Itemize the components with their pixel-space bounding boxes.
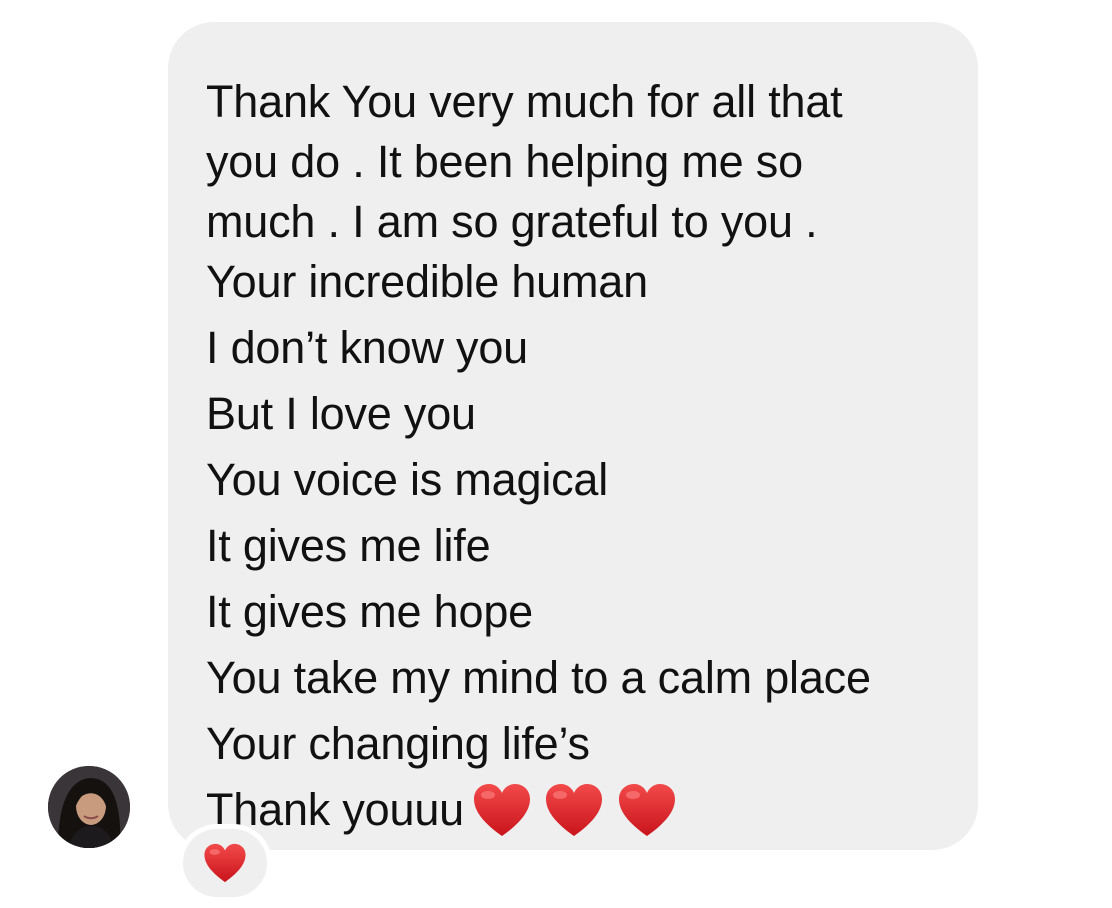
message-line: It gives me life (206, 520, 491, 571)
heart-emoji-group (472, 781, 677, 838)
heart-icon (473, 783, 530, 836)
message-line: Your changing life’s (206, 718, 590, 769)
sender-avatar[interactable] (48, 766, 130, 848)
message-line: Your incredible human (206, 256, 648, 307)
heart-icon (618, 783, 675, 836)
message-line: much . I am so grateful to you . (206, 196, 818, 247)
avatar-photo (48, 766, 130, 848)
reaction-badge[interactable] (178, 824, 272, 902)
message-line: But I love you (206, 388, 476, 439)
message-line: You voice is magical (206, 454, 609, 505)
message-line-last: Thank youuu (206, 781, 677, 842)
message-line: It gives me hope (206, 586, 533, 637)
message-bubble[interactable]: Thank You very much for all that you do … (168, 22, 978, 850)
heart-reaction-icon (204, 843, 246, 883)
message-line: you do . It been helping me so (206, 136, 803, 187)
heart-icon (546, 783, 603, 836)
message-line: You take my mind to a calm place (206, 652, 871, 703)
message-line: Thank You very much for all that (206, 76, 843, 127)
message-line: I don’t know you (206, 322, 528, 373)
